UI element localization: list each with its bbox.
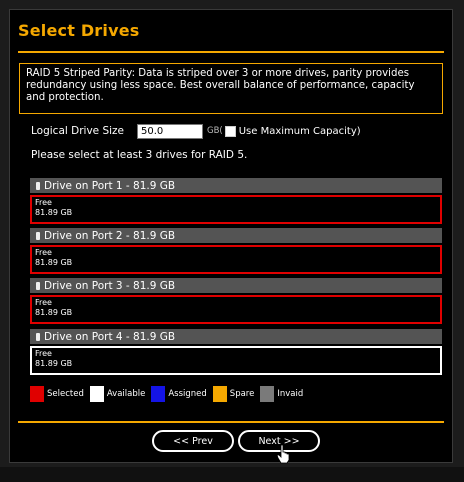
drive-size: 81.89 GB bbox=[35, 258, 73, 267]
drive-selection-hint: Please select at least 3 drives for RAID… bbox=[31, 149, 248, 161]
legend-label: Spare bbox=[229, 389, 255, 399]
legend-label: Available bbox=[106, 389, 146, 399]
drive-icon bbox=[36, 332, 40, 341]
drive-size: 81.89 GB bbox=[35, 208, 73, 217]
drive-slot-port-1[interactable]: Free 81.89 GB bbox=[30, 195, 442, 224]
use-max-capacity-checkbox[interactable] bbox=[224, 125, 236, 137]
size-unit-label: GB( bbox=[207, 126, 223, 136]
drive-header-port-1[interactable]: Drive on Port 1 - 81.9 GB bbox=[30, 178, 442, 193]
logical-size-input[interactable] bbox=[137, 123, 203, 139]
drive-header-port-4[interactable]: Drive on Port 4 - 81.9 GB bbox=[30, 329, 442, 344]
drive-header-label: Drive on Port 3 - 81.9 GB bbox=[44, 279, 176, 292]
selected-swatch bbox=[30, 386, 44, 402]
available-swatch bbox=[89, 386, 104, 402]
drive-header-label: Drive on Port 4 - 81.9 GB bbox=[44, 330, 176, 343]
drive-slot-port-2[interactable]: Free 81.89 GB bbox=[30, 245, 442, 274]
drive-slot-port-3[interactable]: Free 81.89 GB bbox=[30, 295, 442, 324]
drive-status: Free bbox=[35, 349, 52, 358]
drive-status: Free bbox=[35, 248, 52, 257]
logical-size-row: Logical Drive Size GB( Use Maximum Capac… bbox=[31, 122, 361, 140]
drive-header-label: Drive on Port 1 - 81.9 GB bbox=[44, 179, 176, 192]
raid-description: RAID 5 Striped Parity: Data is striped o… bbox=[19, 63, 443, 114]
footer-bar bbox=[0, 467, 464, 482]
use-max-capacity-label[interactable]: Use Maximum Capacity) bbox=[239, 126, 361, 137]
prev-button[interactable]: << Prev bbox=[152, 430, 234, 452]
drive-slot-port-4[interactable]: Free 81.89 GB bbox=[30, 346, 442, 375]
drive-header-label: Drive on Port 2 - 81.9 GB bbox=[44, 229, 176, 242]
drive-status: Free bbox=[35, 298, 52, 307]
drive-header-port-3[interactable]: Drive on Port 3 - 81.9 GB bbox=[30, 278, 442, 293]
bottom-divider bbox=[18, 421, 444, 423]
drive-header-port-2[interactable]: Drive on Port 2 - 81.9 GB bbox=[30, 228, 442, 243]
drive-size: 81.89 GB bbox=[35, 308, 73, 317]
page-title: Select Drives bbox=[18, 21, 140, 40]
hand-cursor-icon bbox=[276, 444, 290, 464]
legend-label: Assigned bbox=[168, 389, 207, 399]
legend-item-invalid: Invaid bbox=[260, 386, 303, 402]
drive-size: 81.89 GB bbox=[35, 359, 73, 368]
state-legend: Selected Available Assigned Spare Invaid bbox=[30, 385, 309, 403]
spare-swatch bbox=[212, 386, 227, 402]
drive-status: Free bbox=[35, 198, 52, 207]
legend-item-spare: Spare bbox=[212, 386, 255, 402]
logical-size-label: Logical Drive Size bbox=[31, 125, 125, 137]
legend-label: Invaid bbox=[277, 389, 304, 399]
legend-label: Selected bbox=[47, 389, 84, 399]
drive-icon bbox=[36, 281, 40, 290]
legend-item-available: Available bbox=[89, 386, 146, 402]
drive-icon bbox=[36, 181, 40, 190]
assigned-swatch bbox=[151, 386, 166, 402]
legend-item-assigned: Assigned bbox=[151, 386, 207, 402]
title-divider bbox=[18, 51, 444, 53]
drive-icon bbox=[36, 231, 40, 240]
invalid-swatch bbox=[260, 386, 275, 402]
legend-item-selected: Selected bbox=[30, 386, 84, 402]
